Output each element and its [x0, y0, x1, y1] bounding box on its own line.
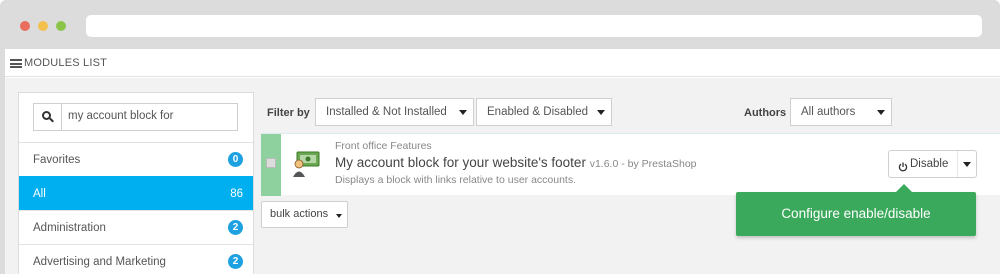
module-version: v1.6.0 - by PrestaShop: [589, 158, 697, 170]
enable-status-select[interactable]: Enabled & Disabled: [476, 98, 612, 126]
list-icon: [10, 59, 22, 68]
page-content: MODULES LIST Favorites 0 All 86 Administ…: [5, 49, 1000, 278]
category-label: Administration: [33, 222, 106, 234]
tooltip-arrow: [896, 184, 912, 192]
browser-window: MODULES LIST Favorites 0 All 86 Administ…: [0, 0, 1000, 278]
bulk-actions-button[interactable]: bulk actions: [261, 201, 348, 228]
authors-select[interactable]: All authors: [790, 98, 892, 126]
address-bar[interactable]: [86, 15, 982, 37]
module-search[interactable]: [33, 103, 238, 131]
select-value: All authors: [801, 106, 856, 118]
row-select-cell[interactable]: [261, 134, 281, 196]
search-input[interactable]: [68, 110, 233, 122]
category-administration[interactable]: Administration 2: [19, 210, 253, 244]
bulk-actions-label: bulk actions: [270, 208, 329, 220]
module-row: Front office Features My account block f…: [261, 133, 1000, 196]
category-sidebar: Favorites 0 All 86 Administration 2 Adve…: [18, 92, 254, 278]
category-label: Favorites: [33, 154, 81, 166]
module-title: My account block for your website's foot…: [335, 155, 697, 170]
module-logo-icon: [291, 150, 321, 178]
category-label: All: [33, 188, 46, 200]
panel-heading: MODULES LIST: [5, 49, 1000, 77]
category-count-badge: 0: [228, 152, 243, 167]
install-status-select[interactable]: Installed & Not Installed: [315, 98, 474, 126]
category-favorites[interactable]: Favorites 0: [19, 142, 253, 176]
close-window-dot[interactable]: [20, 21, 30, 31]
module-category: Front office Features: [335, 140, 432, 152]
disable-button[interactable]: Disable: [888, 150, 977, 178]
caret-down-icon: [336, 214, 342, 218]
caret-down-icon[interactable]: [963, 162, 971, 167]
caret-down-icon: [877, 110, 885, 115]
select-value: Enabled & Disabled: [487, 106, 589, 118]
category-count: 86: [230, 188, 243, 200]
disable-button-label: Disable: [910, 158, 949, 170]
category-count-badge: 2: [228, 220, 243, 235]
help-tooltip: Configure enable/disable: [736, 184, 976, 236]
category-label: Advertising and Marketing: [33, 256, 166, 268]
filter-by-label: Filter by: [267, 107, 310, 119]
search-icon[interactable]: [34, 104, 62, 130]
minimize-window-dot[interactable]: [38, 21, 48, 31]
category-advertising-marketing[interactable]: Advertising and Marketing 2: [19, 244, 253, 278]
button-divider: [957, 151, 958, 177]
category-all[interactable]: All 86: [19, 176, 253, 210]
caret-down-icon: [459, 110, 467, 115]
category-count-badge: 2: [228, 254, 243, 269]
page-title: MODULES LIST: [24, 57, 108, 69]
tooltip-text: Configure enable/disable: [781, 206, 931, 221]
caret-down-icon: [597, 110, 605, 115]
maximize-window-dot[interactable]: [56, 21, 66, 31]
module-name: My account block for your website's foot…: [335, 155, 586, 170]
power-icon: [898, 159, 908, 172]
row-checkbox[interactable]: [266, 158, 276, 168]
authors-label: Authors: [744, 107, 787, 119]
select-value: Installed & Not Installed: [326, 106, 447, 118]
module-description: Displays a block with links relative to …: [335, 174, 577, 186]
